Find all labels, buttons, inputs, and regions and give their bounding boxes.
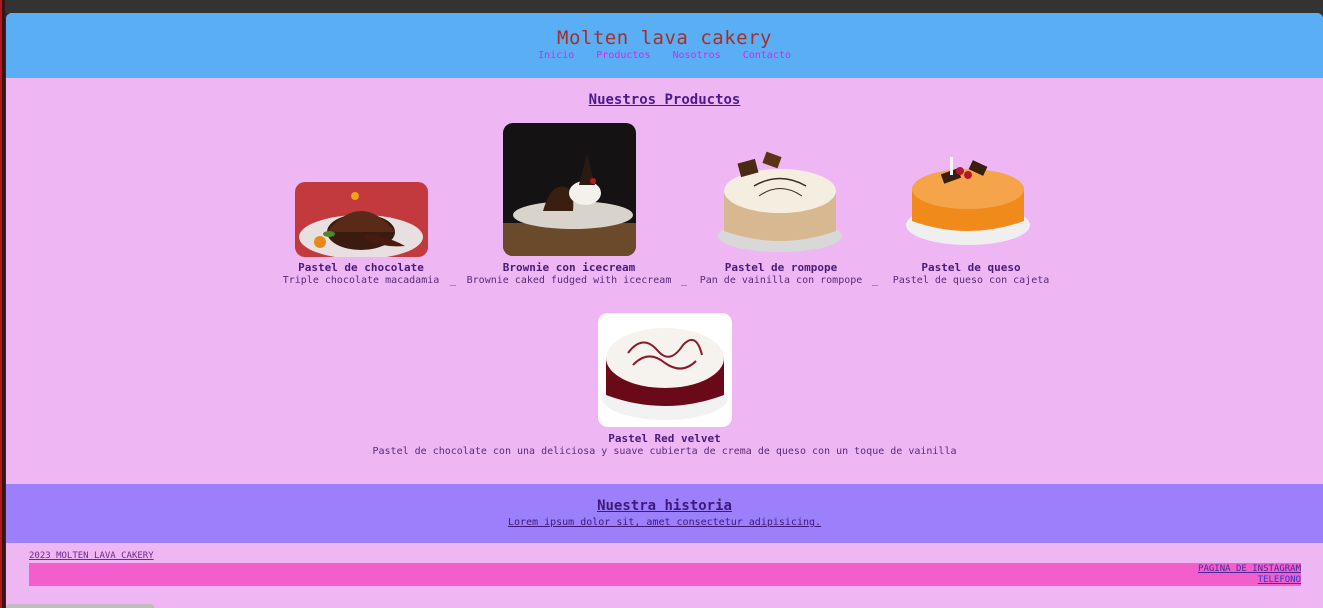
instagram-link[interactable]: PAGINA DE INSTAGRAM bbox=[1198, 564, 1301, 574]
nav-link-nosotros[interactable]: Nosotros bbox=[673, 50, 721, 61]
product-description: Pastel de chocolate con una deliciosa y … bbox=[372, 446, 957, 457]
product-separator: _ bbox=[450, 275, 457, 286]
site-header: Molten lava cakery Inicio Productos Noso… bbox=[6, 13, 1323, 78]
product-separator: _ bbox=[872, 275, 879, 286]
product-name: Pastel de rompope bbox=[724, 261, 838, 274]
product-card[interactable]: Pastel Red velvet Pastel de chocolate co… bbox=[306, 432, 1023, 457]
site-title: Molten lava cakery bbox=[557, 27, 772, 49]
page-scrollbar[interactable] bbox=[6, 604, 154, 608]
history-section: Nuestra historia Lorem ipsum dolor sit, … bbox=[6, 484, 1323, 543]
nav-link-inicio[interactable]: Inicio bbox=[538, 50, 574, 61]
window-edge-line bbox=[0, 0, 2, 608]
product-description: Pastel de queso con cajeta bbox=[892, 275, 1050, 286]
product-name: Pastel de chocolate bbox=[298, 261, 424, 274]
product-card[interactable]: Pastel de chocolate Triple chocolate mac… bbox=[281, 261, 441, 286]
product-description: Pan de vainilla con rompope bbox=[699, 275, 863, 286]
product-card[interactable]: Pastel de rompope Pan de vainilla con ro… bbox=[696, 261, 866, 286]
chocolate-cake-image bbox=[295, 182, 428, 257]
product-card[interactable]: Pastel de queso Pastel de queso con caje… bbox=[886, 261, 1056, 286]
rompope-cake-image bbox=[714, 146, 847, 256]
cheesecake-image bbox=[902, 149, 1035, 249]
footer-bar: PAGINA DE INSTAGRAM TELEFONO bbox=[29, 563, 1301, 586]
web-page: Molten lava cakery Inicio Productos Noso… bbox=[6, 13, 1323, 608]
footer-copyright[interactable]: 2023 MOLTEN LAVA CAKERY bbox=[29, 551, 154, 561]
product-name: Pastel de queso bbox=[921, 261, 1021, 274]
nav-link-productos[interactable]: Productos bbox=[596, 50, 650, 61]
browser-tab-strip bbox=[0, 0, 1323, 13]
product-description: Brownie caked fudged with icecream bbox=[466, 275, 672, 286]
products-title: Nuestros Productos bbox=[588, 92, 741, 108]
product-name: Brownie con icecream bbox=[502, 261, 636, 274]
product-description: Triple chocolate macadamia bbox=[282, 275, 440, 286]
red-velvet-cake-image bbox=[598, 313, 732, 427]
history-text[interactable]: Lorem ipsum dolor sit, amet consectetur … bbox=[6, 517, 1323, 528]
product-card[interactable]: Brownie con icecream Brownie caked fudge… bbox=[464, 261, 674, 286]
brownie-image bbox=[503, 123, 636, 256]
window-edge bbox=[0, 0, 5, 608]
product-name: Pastel Red velvet bbox=[608, 432, 721, 445]
phone-link[interactable]: TELEFONO bbox=[1258, 575, 1301, 585]
history-title[interactable]: Nuestra historia bbox=[6, 498, 1323, 514]
nav-link-contacto[interactable]: Contacto bbox=[743, 50, 791, 61]
product-separator: _ bbox=[681, 275, 688, 286]
main-nav: Inicio Productos Nosotros Contacto bbox=[6, 50, 1323, 61]
